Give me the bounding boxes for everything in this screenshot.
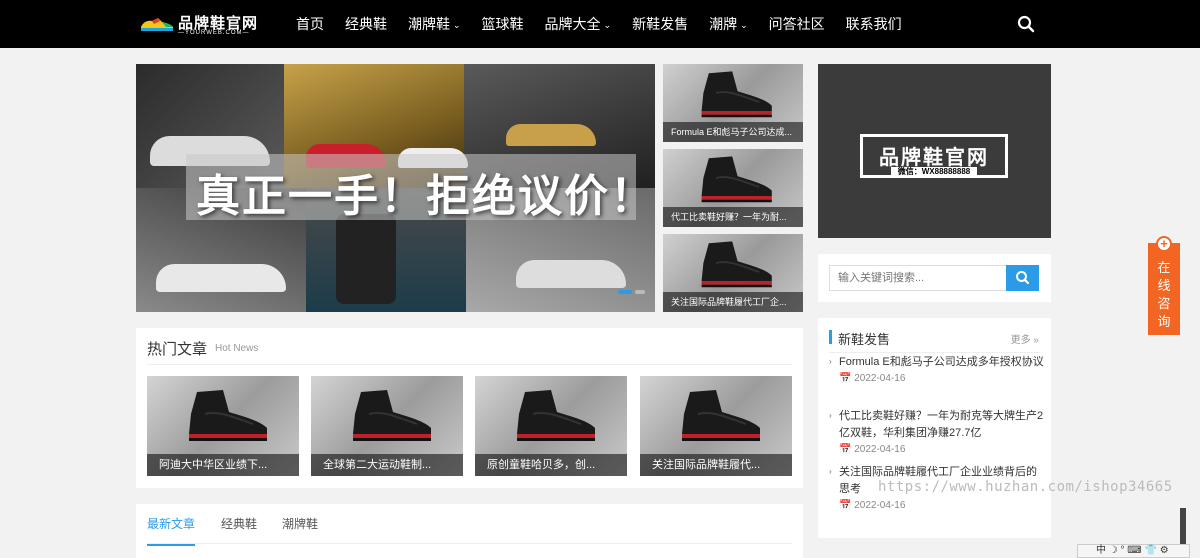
phone-image [336, 214, 396, 304]
side-thumbnail[interactable]: 关注国际品牌鞋履代工厂企... [663, 234, 803, 312]
tab[interactable]: 潮牌鞋 [282, 515, 318, 544]
divider [147, 364, 792, 365]
tab[interactable]: 最新文章 [147, 515, 196, 546]
divider [829, 352, 1040, 353]
sneaker-image [156, 264, 286, 292]
nav-item[interactable]: 问答社区 [769, 0, 825, 48]
consult-label: 在线咨询 [1157, 260, 1171, 329]
site-header: 品牌鞋官网 —YOURWEB.COM— 首页 经典鞋 潮牌鞋 ⌄ 篮球鞋 品牌大全 ⌄ 新鞋发… [0, 0, 1200, 48]
nav-item-label: 潮牌鞋 [408, 16, 450, 32]
plus-icon: + [1156, 236, 1172, 252]
main-nav: 首页 经典鞋 潮牌鞋 ⌄ 篮球鞋 品牌大全 ⌄ 新鞋发售 潮牌 ⌄ 问答社区 联系我们 [296, 0, 923, 48]
nav-item[interactable]: 经典鞋 [345, 0, 387, 48]
sneaker-image [682, 390, 760, 441]
news-date: 📅 2022-04-16 [839, 373, 906, 384]
nav-item[interactable]: 品牌大全 ⌄ [545, 0, 612, 48]
news-title-link[interactable]: 代工比卖鞋好赚？一年为耐克等大牌生产2亿双鞋，华利集团净赚27.7亿 [839, 408, 1044, 442]
chevron-right-icon: › [829, 467, 832, 476]
card-caption: 阿迪大中华区业绩下... [147, 454, 299, 476]
sneaker-image [701, 241, 772, 288]
news-date: 📅 2022-04-16 [839, 444, 906, 455]
slider-headline: 真正一手！拒绝议价！ [196, 172, 655, 221]
brand-banner[interactable]: 品牌鞋官网 微信：WX88888888 [818, 64, 1051, 238]
sneaker-image [353, 390, 431, 441]
sneaker-image [701, 71, 772, 118]
slider-dots [618, 290, 648, 294]
article-tabs: 最新文章 经典鞋 潮牌鞋 [136, 504, 803, 558]
more-link[interactable]: 更多 » [1011, 331, 1039, 346]
chevron-down-icon: ⌄ [740, 20, 748, 30]
sneaker-logo-icon [141, 18, 173, 31]
nav-item[interactable]: 新鞋发售 [632, 0, 688, 48]
side-thumbnail[interactable]: 代工比卖鞋好赚？一年为耐... [663, 149, 803, 227]
section-subtitle: Hot News [215, 343, 259, 354]
side-thumbnail[interactable]: Formula E和彪马子公司达成... [663, 64, 803, 142]
nav-item-label: 联系我们 [845, 16, 902, 32]
nav-item[interactable]: 首页 [296, 0, 324, 48]
chevron-right-icon: › [829, 411, 832, 420]
title-accent-bar [829, 330, 832, 344]
brand-name: 品牌鞋官网 [879, 147, 989, 169]
nav-item-label: 首页 [296, 16, 324, 32]
search-input[interactable] [829, 265, 1007, 291]
sneaker-image [517, 390, 595, 441]
hot-news-card[interactable]: 全球第二大运动鞋制... [311, 376, 463, 476]
sneaker-image [701, 156, 772, 203]
chevron-down-icon: ⌄ [603, 20, 612, 30]
news-title-link[interactable]: Formula E和彪马子公司达成多年授权协议 [839, 354, 1044, 371]
hot-news-card[interactable]: 阿迪大中华区业绩下... [147, 376, 299, 476]
ime-toolbar[interactable]: 中 ☽ ° ⌨ 👕 ⚙ [1077, 544, 1190, 558]
logo-domain: —YOURWEB.COM— [178, 30, 250, 36]
watermark: https://www.huzhan.com/ishop34665 [878, 479, 1173, 495]
thumbnail-caption: 关注国际品牌鞋履代工厂企... [663, 292, 803, 312]
card-caption: 全球第二大运动鞋制... [311, 454, 463, 476]
sneaker-image [516, 260, 626, 288]
new-release-panel: 新鞋发售 更多 » › Formula E和彪马子公司达成多年授权协议 📅 2022… [818, 318, 1051, 538]
hero-slider[interactable]: 真正一手！拒绝议价！ [136, 64, 655, 312]
search-icon [1016, 271, 1030, 285]
scrollbar[interactable] [1180, 508, 1186, 544]
hot-news-card[interactable]: 原创童鞋哈贝多，创... [475, 376, 627, 476]
slider-dot[interactable] [635, 290, 645, 294]
nav-item-label: 问答社区 [768, 16, 825, 32]
hot-news-section: 热门文章 Hot News 阿迪大中华区业绩下... 全球第二大运动鞋制... 原创… [136, 328, 803, 488]
chevron-right-icon: › [829, 357, 832, 366]
thumbnail-caption: 代工比卖鞋好赚？一年为耐... [663, 207, 803, 227]
card-caption: 关注国际品牌鞋履代... [640, 454, 792, 476]
section-title: 热门文章 [147, 341, 208, 358]
site-logo[interactable]: 品牌鞋官网 —YOURWEB.COM— [138, 10, 258, 40]
nav-item[interactable]: 潮牌鞋 ⌄ [408, 0, 461, 48]
divider [147, 543, 792, 544]
panel-title: 新鞋发售 [838, 332, 891, 347]
nav-item[interactable]: 篮球鞋 [482, 0, 524, 48]
sidebar-search [818, 254, 1051, 302]
nav-item-label: 篮球鞋 [481, 16, 524, 32]
hot-news-card[interactable]: 关注国际品牌鞋履代... [640, 376, 792, 476]
brand-frame: 品牌鞋官网 微信：WX88888888 [860, 134, 1008, 178]
sneaker-image [189, 390, 267, 441]
slider-dot[interactable] [618, 290, 632, 294]
chevron-down-icon: ⌄ [453, 20, 461, 30]
search-button[interactable] [1006, 265, 1039, 291]
nav-item-label: 新鞋发售 [632, 16, 689, 32]
nav-item[interactable]: 联系我们 [846, 0, 902, 48]
nav-item-label: 潮牌 [709, 16, 738, 32]
nav-item[interactable]: 潮牌 ⌄ [709, 0, 748, 48]
search-icon[interactable] [1016, 14, 1036, 34]
news-date: 📅 2022-04-16 [839, 500, 906, 511]
online-consult-button[interactable]: + 在线咨询 [1148, 236, 1180, 335]
nav-item-label: 品牌大全 [544, 16, 601, 32]
nav-item-label: 经典鞋 [345, 16, 387, 32]
thumbnail-caption: Formula E和彪马子公司达成... [663, 122, 803, 142]
card-caption: 原创童鞋哈贝多，创... [475, 454, 627, 476]
brand-wechat: 微信：WX88888888 [891, 167, 977, 177]
tab[interactable]: 经典鞋 [221, 515, 257, 544]
sneaker-image [506, 124, 596, 146]
